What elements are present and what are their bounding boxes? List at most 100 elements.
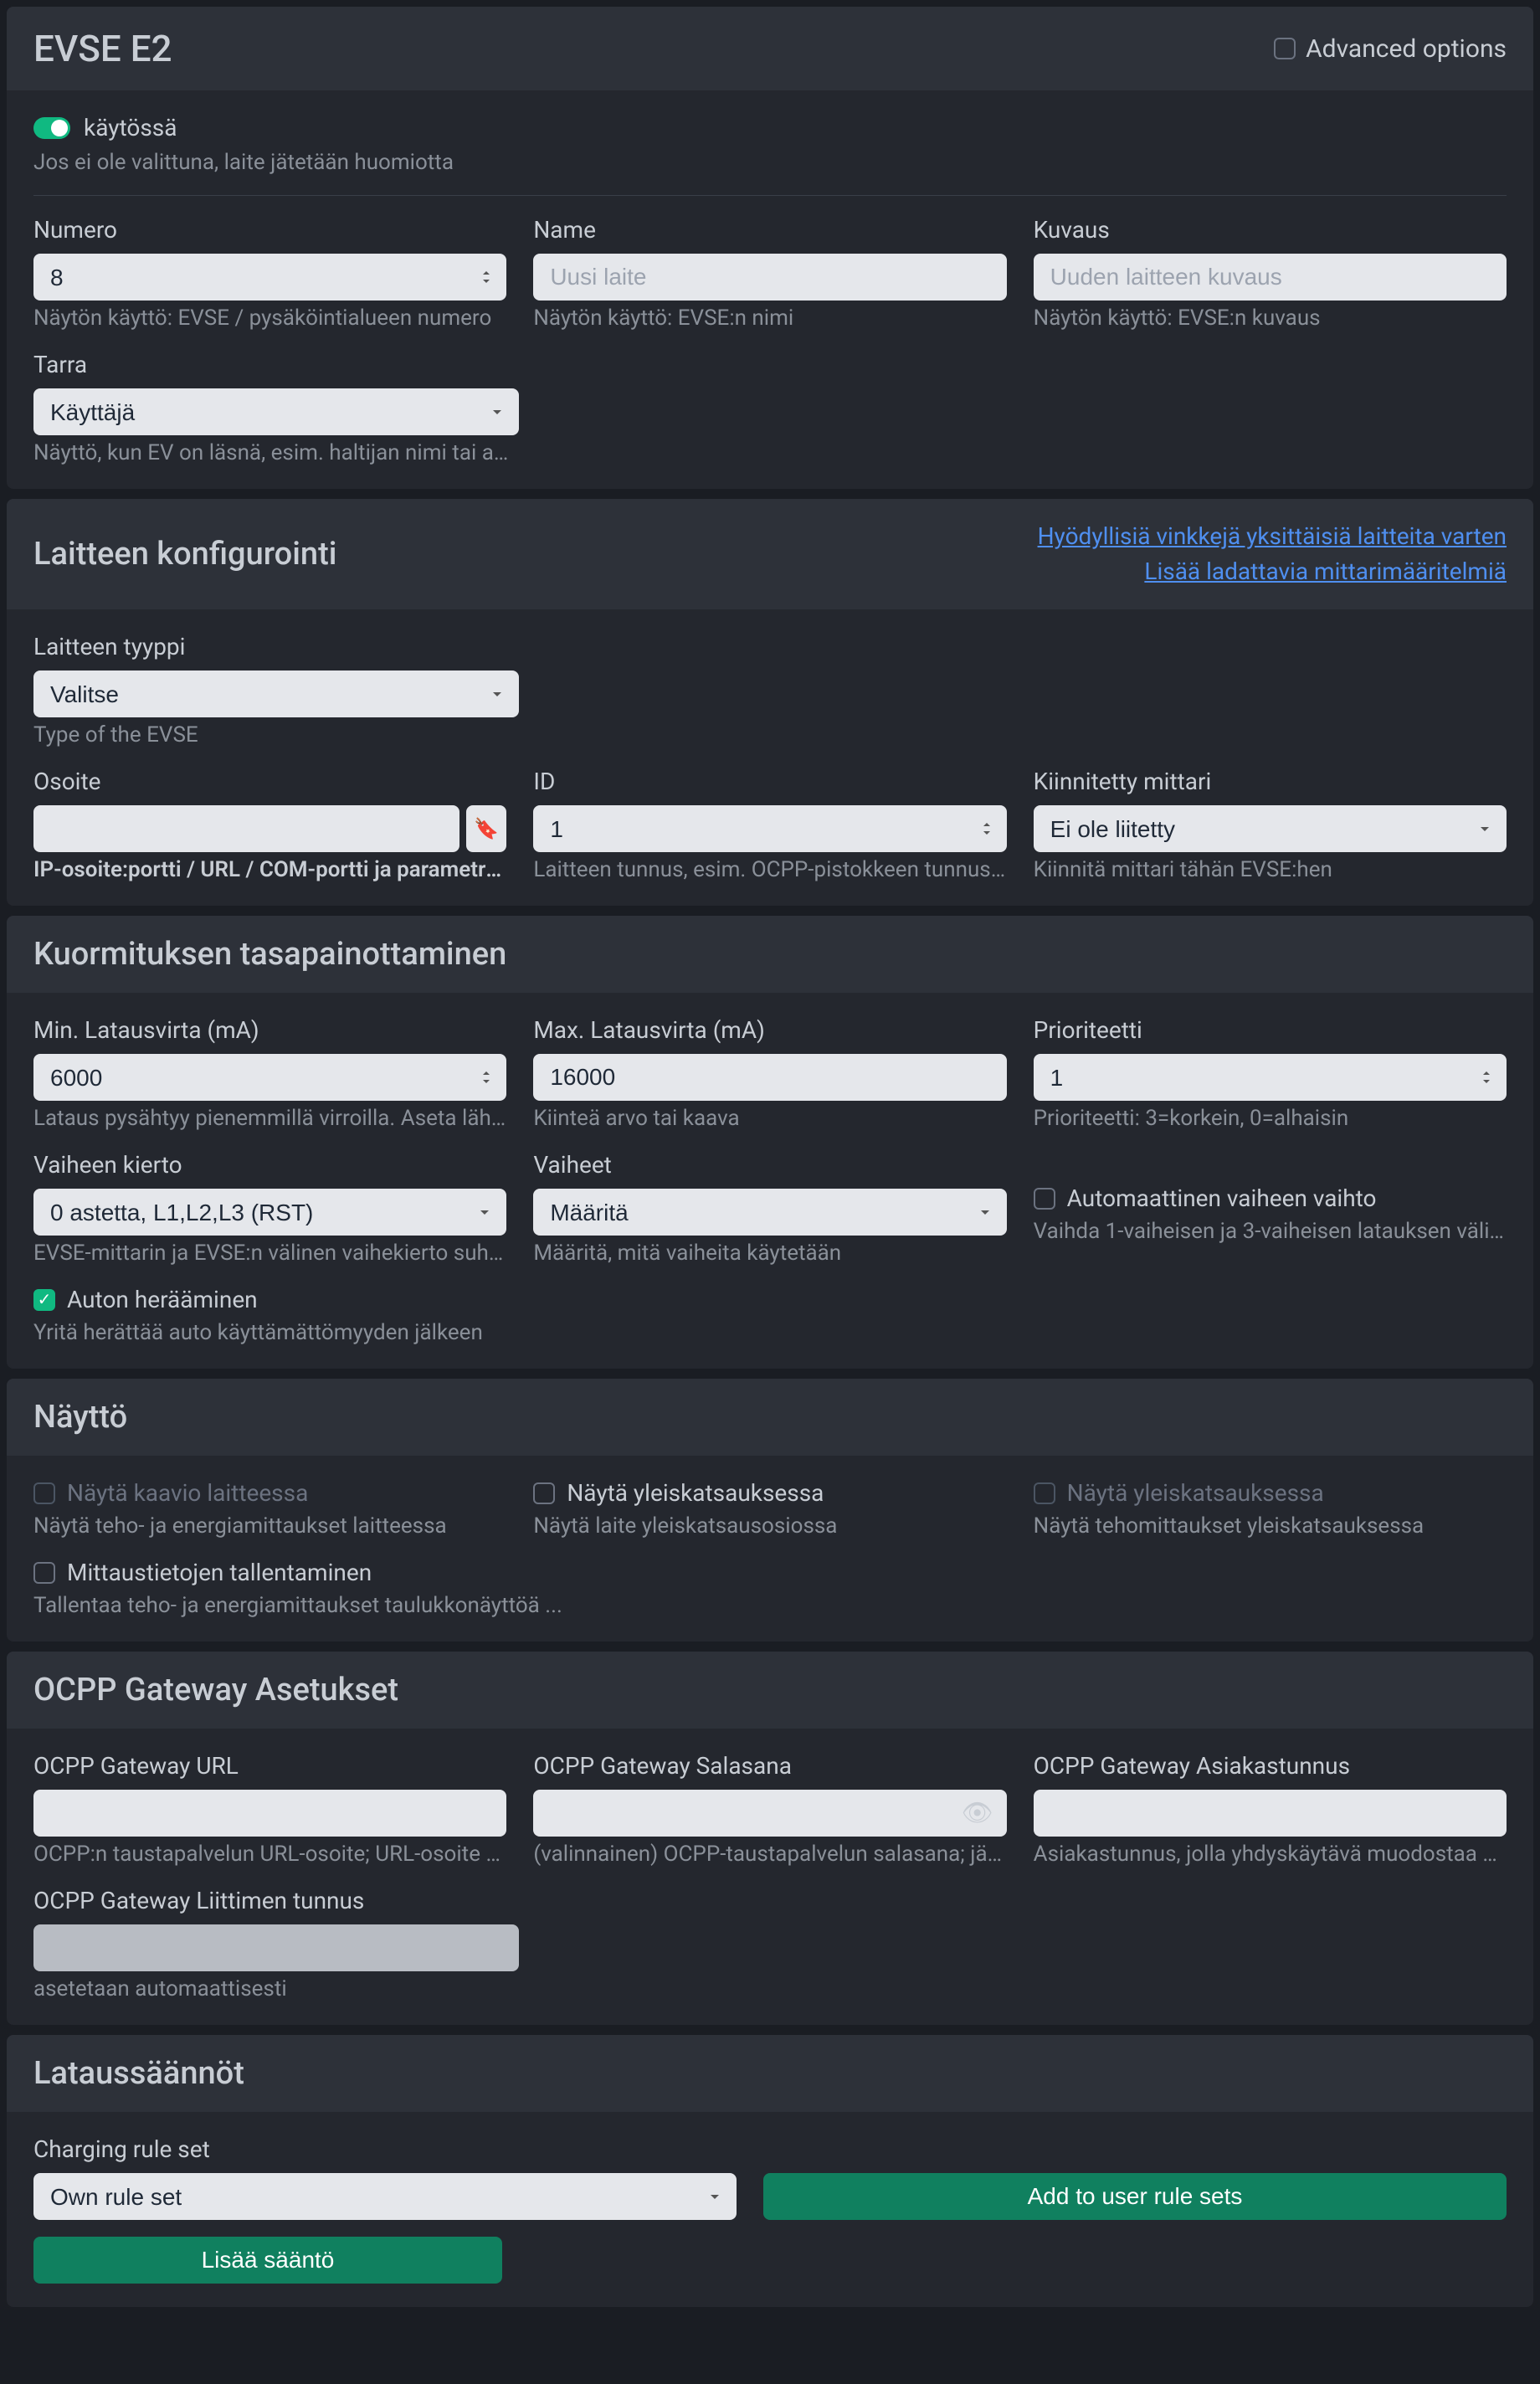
show-overview2-help: Näytä tehomittaukset yleiskatsauksessa: [1034, 1513, 1507, 1539]
config-meters-link[interactable]: Lisää ladattavia mittarimääritelmiä: [1038, 554, 1507, 589]
name-input[interactable]: [533, 254, 1006, 301]
ocpp-connector-input: [33, 1924, 519, 1971]
osoite-help: IP-osoite:portti / URL / COM-portti ja p…: [33, 857, 506, 882]
show-overview1-help: Näytä laite yleiskatsausosiossa: [533, 1513, 1006, 1539]
auto-phase-switch-label: Automaattinen vaiheen vaihto: [1067, 1184, 1377, 1212]
rotation-select[interactable]: 0 astetta, L1,L2,L3 (RST): [33, 1189, 506, 1236]
min-current-help: Lataus pysähtyy pienemmillä virroilla. A…: [33, 1106, 506, 1131]
rules-header: Lataussäännöt: [7, 2035, 1533, 2112]
eye-icon[interactable]: 👁: [962, 1799, 993, 1828]
ocpp-gateway-card: OCPP Gateway Asetukset OCPP Gateway URL …: [7, 1652, 1533, 2025]
numero-help: Näytön käyttö: EVSE / pysäköintialueen n…: [33, 306, 506, 331]
page-title: EVSE E2: [33, 27, 172, 70]
storage-help: Tallentaa teho- ja energiamittaukset tau…: [33, 1593, 1507, 1618]
rules-title: Lataussäännöt: [33, 2055, 244, 2092]
advanced-options-toggle[interactable]: Advanced options: [1274, 34, 1507, 64]
show-chart-help: Näytä teho- ja energiamittaukset laittee…: [33, 1513, 506, 1539]
advanced-options-label: Advanced options: [1306, 34, 1507, 64]
ocpp-connector-label: OCPP Gateway Liittimen tunnus: [33, 1887, 519, 1914]
enabled-label: käytössä: [84, 114, 177, 141]
add-to-user-rulesets-button[interactable]: Add to user rule sets: [763, 2173, 1507, 2220]
enabled-help: Jos ei ole valittuna, laite jätetään huo…: [33, 150, 1507, 175]
numero-label: Numero: [33, 216, 506, 244]
show-overview2-checkbox: [1034, 1482, 1055, 1504]
type-help: Type of the EVSE: [33, 722, 519, 748]
phases-select[interactable]: Määritä: [533, 1189, 1006, 1236]
load-balancing-card: Kuormituksen tasapainottaminen Min. Lata…: [7, 916, 1533, 1369]
storage-checkbox[interactable]: [33, 1562, 55, 1584]
ocpp-header: OCPP Gateway Asetukset: [7, 1652, 1533, 1729]
show-chart-checkbox: [33, 1482, 55, 1504]
ocpp-connector-help: asetetaan automaattisesti: [33, 1976, 519, 2001]
ocpp-client-label: OCPP Gateway Asiakastunnus: [1034, 1752, 1507, 1780]
ocpp-url-label: OCPP Gateway URL: [33, 1752, 506, 1780]
config-title: Laitteen konfigurointi: [33, 536, 336, 573]
rotation-help: EVSE-mittarin ja EVSE:n välinen vaihekie…: [33, 1241, 506, 1266]
min-current-input[interactable]: 6000: [33, 1054, 506, 1101]
charging-rules-card: Lataussäännöt Charging rule set Own rule…: [7, 2035, 1533, 2307]
max-current-label: Max. Latausvirta (mA): [533, 1016, 1006, 1044]
ocpp-client-input[interactable]: [1034, 1790, 1507, 1837]
auto-phase-switch-checkbox[interactable]: [1034, 1188, 1055, 1210]
load-header: Kuormituksen tasapainottaminen: [7, 916, 1533, 993]
show-overview1-checkbox[interactable]: [533, 1482, 555, 1504]
min-current-label: Min. Latausvirta (mA): [33, 1016, 506, 1044]
id-label: ID: [533, 768, 1006, 795]
storage-label: Mittaustietojen tallentaminen: [67, 1559, 372, 1586]
device-config-card: Laitteen konfigurointi Hyödyllisiä vinkk…: [7, 499, 1533, 906]
name-help: Näytön käyttö: EVSE:n nimi: [533, 306, 1006, 331]
mittari-label: Kiinnitetty mittari: [1034, 768, 1507, 795]
max-current-input[interactable]: [533, 1054, 1006, 1101]
max-current-help: Kiinteä arvo tai kaava: [533, 1106, 1006, 1131]
mittari-select[interactable]: Ei ole liitetty: [1034, 805, 1507, 852]
ruleset-label: Charging rule set: [33, 2135, 737, 2163]
id-help: Laitteen tunnus, esim. OCPP-pistokkeen t…: [533, 857, 1006, 882]
mittari-help: Kiinnitä mittari tähän EVSE:hen: [1034, 857, 1507, 882]
kuvaus-label: Kuvaus: [1034, 216, 1507, 244]
type-label: Laitteen tyyppi: [33, 633, 519, 660]
osoite-label: Osoite: [33, 768, 506, 795]
display-header: Näyttö: [7, 1379, 1533, 1456]
numero-select[interactable]: 8: [33, 254, 506, 301]
tarra-help: Näyttö, kun EV on läsnä, esim. haltijan …: [33, 440, 519, 465]
enabled-toggle[interactable]: [33, 117, 70, 139]
config-header: Laitteen konfigurointi Hyödyllisiä vinkk…: [7, 499, 1533, 609]
wakeup-help: Yritä herättää auto käyttämättömyyden jä…: [33, 1320, 1507, 1345]
ruleset-select[interactable]: Own rule set: [33, 2173, 737, 2220]
ocpp-password-label: OCPP Gateway Salasana: [533, 1752, 1006, 1780]
ocpp-url-input[interactable]: [33, 1790, 506, 1837]
ocpp-password-input[interactable]: [533, 1790, 1006, 1837]
priority-help: Prioriteetti: 3=korkein, 0=alhaisin: [1034, 1106, 1507, 1131]
tarra-select[interactable]: Käyttäjä: [33, 388, 519, 435]
config-tips-link[interactable]: Hyödyllisiä vinkkejä yksittäisiä laittei…: [1038, 519, 1507, 554]
ocpp-password-help: (valinnainen) OCPP-taustapalvelun salasa…: [533, 1842, 1006, 1867]
kuvaus-input[interactable]: [1034, 254, 1507, 301]
show-chart-label: Näytä kaavio laitteessa: [67, 1479, 308, 1507]
osoite-input[interactable]: [33, 805, 459, 852]
ocpp-title: OCPP Gateway Asetukset: [33, 1672, 398, 1708]
priority-select[interactable]: 1: [1034, 1054, 1507, 1101]
show-overview1-label: Näytä yleiskatsauksessa: [567, 1479, 824, 1507]
priority-label: Prioriteetti: [1034, 1016, 1507, 1044]
ocpp-client-help: Asiakastunnus, jolla yhdyskäytävä muodos…: [1034, 1842, 1507, 1867]
ocpp-url-help: OCPP:n taustapalvelun URL-osoite; URL-os…: [33, 1842, 506, 1867]
kuvaus-help: Näytön käyttö: EVSE:n kuvaus: [1034, 306, 1507, 331]
load-title: Kuormituksen tasapainottaminen: [33, 936, 506, 973]
osoite-tag-button[interactable]: 🔖: [466, 805, 506, 852]
tag-icon: 🔖: [474, 817, 499, 841]
phases-label: Vaiheet: [533, 1151, 1006, 1179]
type-select[interactable]: Valitse: [33, 670, 519, 717]
id-select[interactable]: 1: [533, 805, 1006, 852]
show-overview2-label: Näytä yleiskatsauksessa: [1067, 1479, 1324, 1507]
advanced-options-checkbox[interactable]: [1274, 38, 1296, 59]
evse-main-card: EVSE E2 Advanced options käytössä Jos ei…: [7, 7, 1533, 489]
auto-phase-switch-help: Vaihda 1-vaiheisen ja 3-vaiheisen latauk…: [1034, 1219, 1507, 1244]
display-title: Näyttö: [33, 1399, 127, 1436]
main-header: EVSE E2 Advanced options: [7, 7, 1533, 90]
tarra-label: Tarra: [33, 351, 519, 378]
name-label: Name: [533, 216, 1006, 244]
add-rule-button[interactable]: Lisää sääntö: [33, 2237, 502, 2284]
phases-help: Määritä, mitä vaiheita käytetään: [533, 1241, 1006, 1266]
wakeup-checkbox[interactable]: [33, 1289, 55, 1311]
wakeup-label: Auton herääminen: [67, 1286, 258, 1313]
